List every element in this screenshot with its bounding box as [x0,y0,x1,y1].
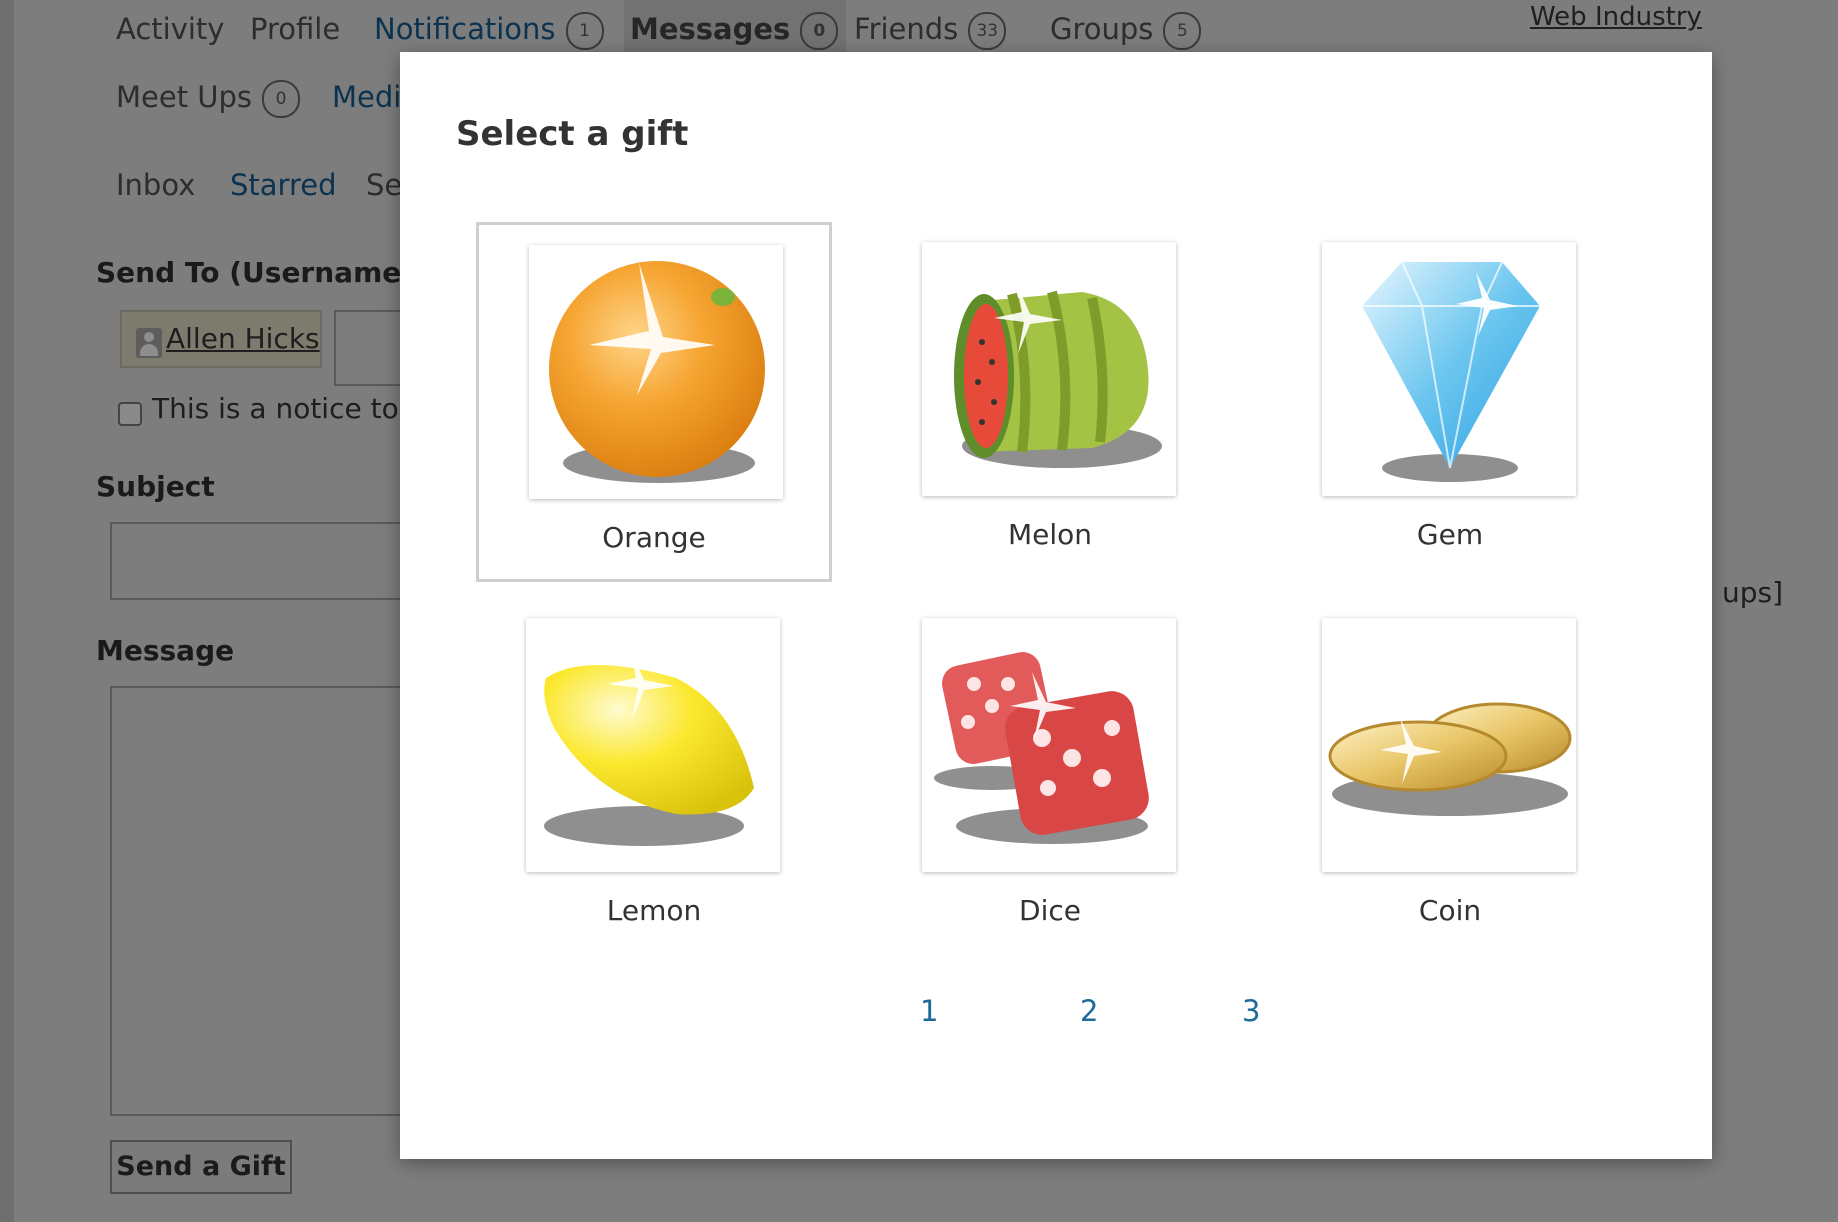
count-badge: 0 [800,12,839,50]
subnav-inbox[interactable]: Inbox [116,168,195,202]
melon-icon [954,282,1162,468]
gift-name: Lemon [606,894,702,927]
subnav-starred[interactable]: Starred [230,168,337,202]
gift-name: Gem [1416,518,1484,551]
subnav-sent[interactable]: Se [366,168,402,202]
subject-input[interactable] [110,522,434,600]
dice-icon [934,652,1149,844]
gift-name: Orange [602,521,706,554]
gift-modal: Select a gift Orange Melon Gem Lemon Dic… [400,52,1712,1159]
left-rail [0,0,14,1222]
gift-lemon[interactable]: Lemon [476,598,832,958]
page-link-2[interactable]: 2 [1080,994,1098,1028]
gift-orange[interactable]: Orange [476,222,832,582]
notice-label: This is a notice to all [152,392,441,425]
subject-label: Subject [96,470,215,503]
tab-meet-ups[interactable]: Meet Ups 0 [116,80,301,118]
gift-card[interactable] [1322,242,1576,496]
gift-card[interactable] [529,245,783,499]
right-fragment-text: ups] [1722,576,1784,609]
lemon-icon [544,648,754,846]
notice-checkbox[interactable] [118,402,142,426]
gift-card[interactable] [922,618,1176,872]
count-badge: 0 [262,80,301,118]
tab-label: Meet Ups [116,80,253,114]
gem-icon [1362,261,1540,482]
page-link-3[interactable]: 3 [1242,994,1260,1028]
modal-title: Select a gift [456,114,689,154]
tab-messages[interactable]: Messages 0 [630,12,839,50]
count-badge: 1 [565,12,604,50]
gift-name: Coin [1418,894,1482,927]
gift-name: Melon [1007,518,1093,551]
tab-label: Messages [630,12,791,46]
coin-icon [1328,702,1572,816]
count-badge: 33 [968,12,1007,50]
count-badge: 5 [1163,12,1202,50]
send-gift-button[interactable]: Send a Gift [110,1140,292,1194]
page-link-1[interactable]: 1 [920,994,938,1028]
send-to-label: Send To (Username or [96,256,445,289]
recipient-chip[interactable]: Allen Hicks [120,310,322,368]
tab-notifications[interactable]: Notifications 1 [374,12,604,50]
tab-profile[interactable]: Profile [250,12,340,46]
tab-label: Profile [250,12,341,46]
gift-name: Dice [1019,894,1081,927]
message-label: Message [96,634,235,667]
tab-activity[interactable]: Activity [116,12,224,46]
gift-melon[interactable]: Melon [872,222,1228,582]
tab-groups[interactable]: Groups 5 [1050,12,1202,50]
tab-label: Groups [1050,12,1154,46]
tab-label: Medi [332,80,402,114]
recipient-name[interactable]: Allen Hicks [166,322,320,355]
gift-dice[interactable]: Dice [872,598,1228,958]
message-textarea[interactable] [110,686,434,1116]
orange-icon [549,261,765,483]
tab-label: Notifications [374,12,556,46]
gift-card[interactable] [526,618,780,872]
tab-label: Friends [854,12,959,46]
tab-label: Activity [116,12,225,46]
page: Activity Profile Notifications 1 Messages… [0,0,1838,1222]
gift-card[interactable] [1322,618,1576,872]
tab-media[interactable]: Medi [332,80,401,114]
gift-card[interactable] [922,242,1176,496]
web-industry-link[interactable]: Web Industry [1530,2,1702,32]
tab-friends[interactable]: Friends 33 [854,12,1007,50]
avatar-icon [136,328,162,358]
gift-gem[interactable]: Gem [1272,222,1628,582]
gift-coin[interactable]: Coin [1272,598,1628,958]
